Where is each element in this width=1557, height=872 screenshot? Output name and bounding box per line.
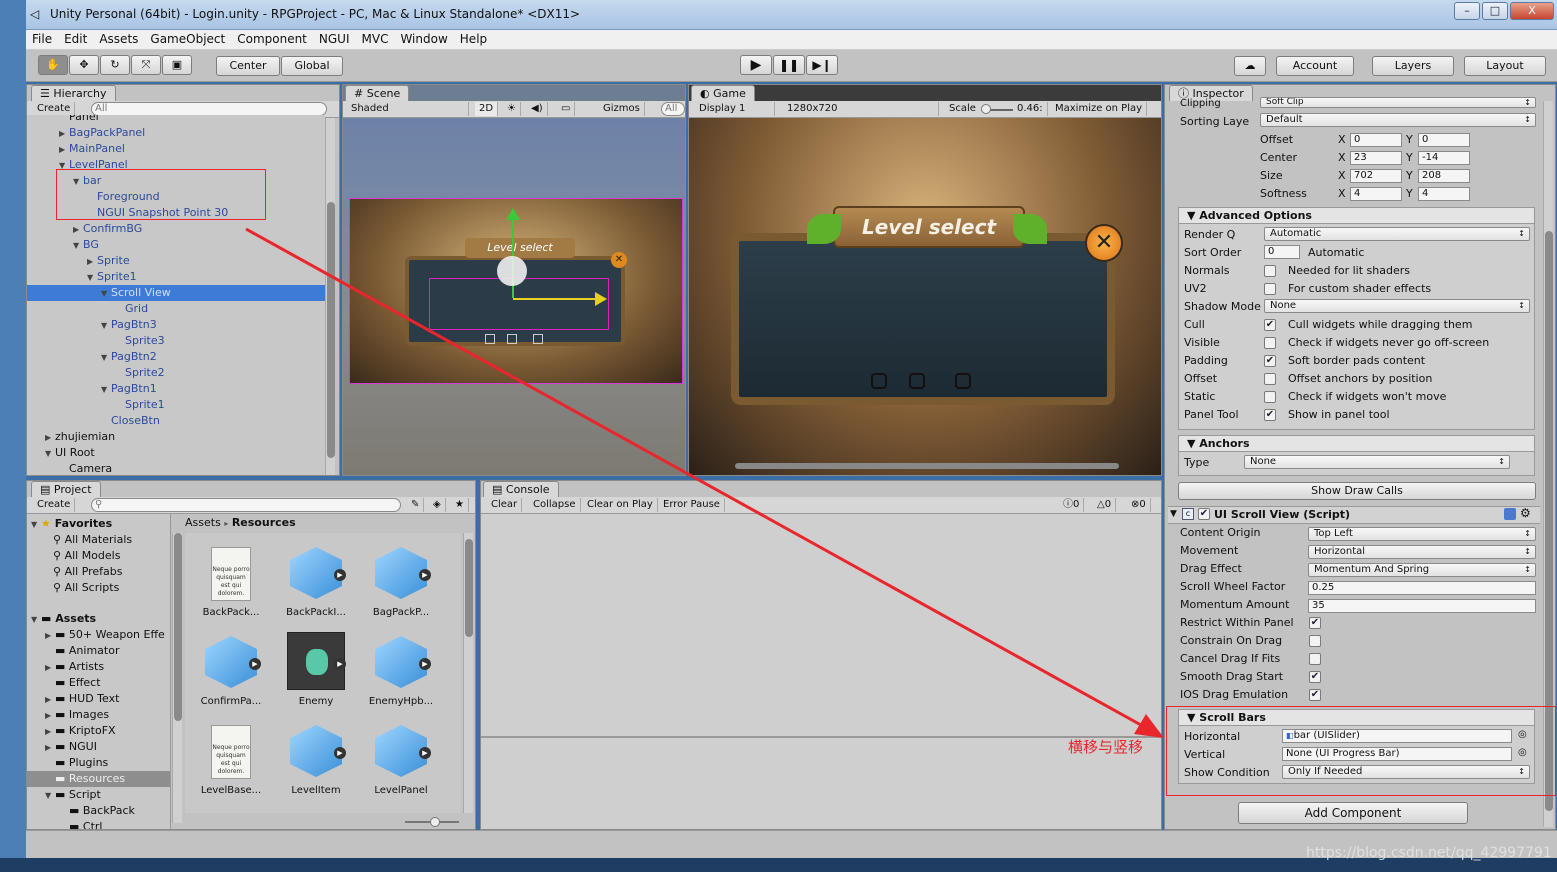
watermark: https://blog.csdn.net/qq_42997791 (1306, 845, 1552, 861)
unity-editor-window: ◁ Unity Personal (64bit) - Login.unity -… (0, 0, 1557, 872)
annotation-text: 横移与竖移 (1068, 738, 1144, 756)
annotation-arrow (245, 227, 1164, 738)
annotation-arrow-line (245, 227, 1151, 732)
annotation-arrow-head (1134, 714, 1164, 738)
